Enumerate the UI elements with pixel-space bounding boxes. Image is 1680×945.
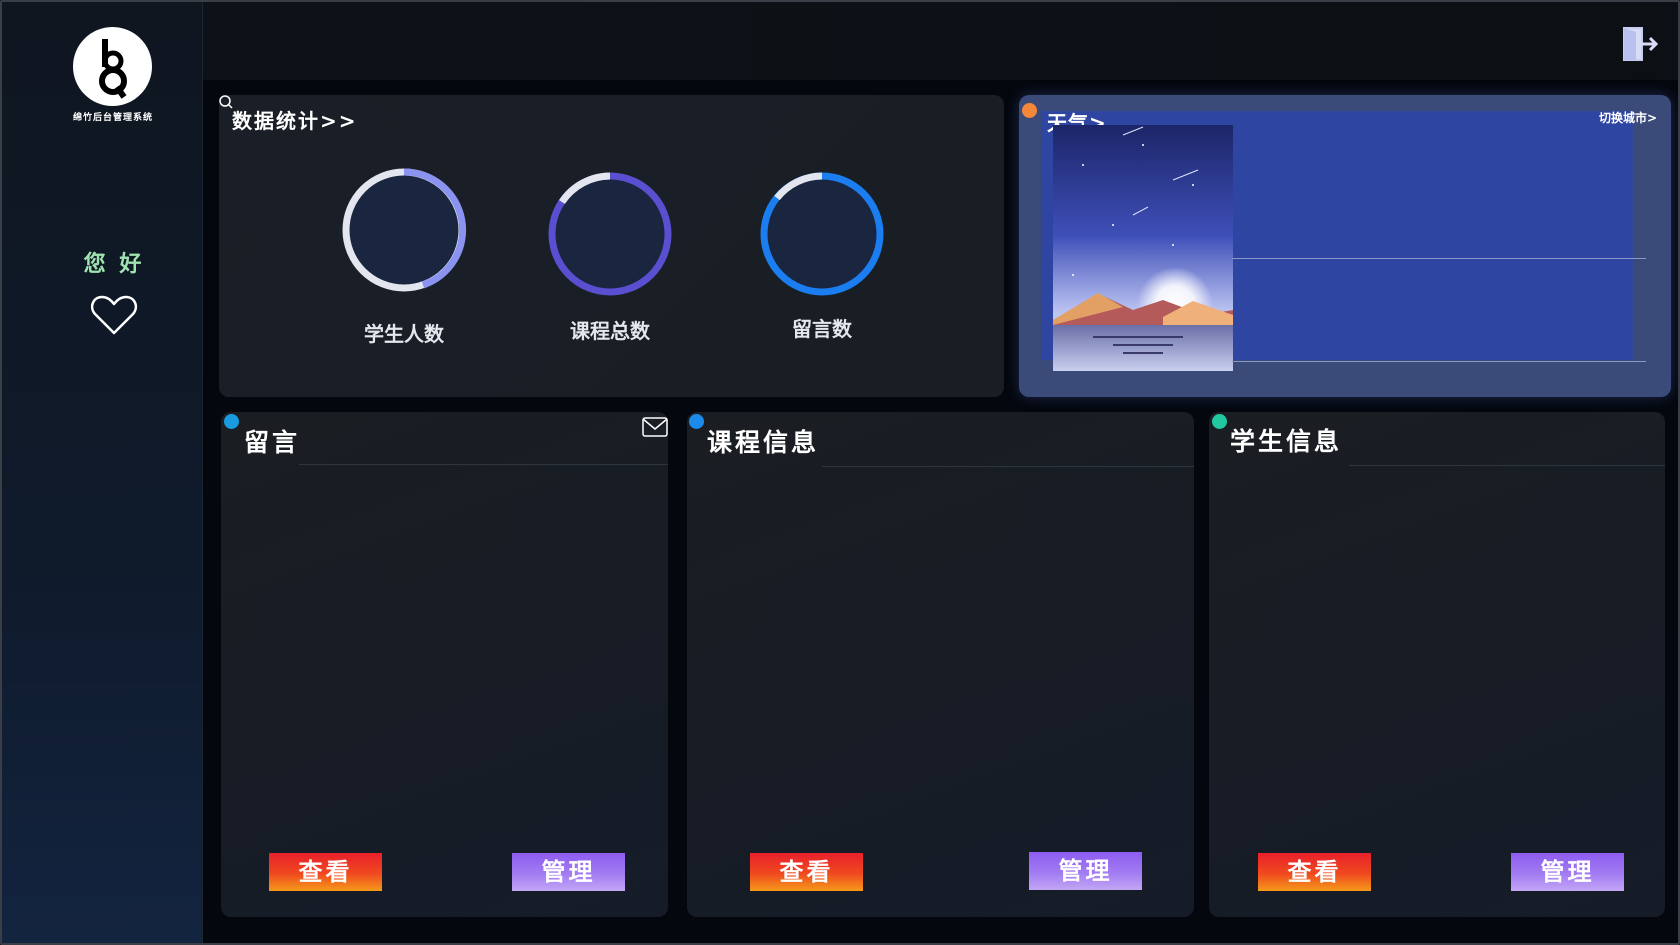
message-card-dot bbox=[224, 414, 239, 429]
sidebar: 绵竹后台管理系统 您 好 bbox=[2, 2, 203, 943]
stats-panel: 数据统计>> 学生人数 课程总数 留言数 bbox=[219, 95, 1004, 397]
student-info-card: 学生信息 查看 管理 bbox=[1209, 412, 1665, 917]
message-view-button[interactable]: 查看 bbox=[269, 853, 382, 891]
course-card-title: 课程信息 bbox=[707, 428, 820, 457]
mail-icon[interactable] bbox=[642, 417, 668, 437]
logo-icon bbox=[99, 39, 127, 99]
message-count-label: 留言数 bbox=[792, 317, 852, 341]
student-card-divider bbox=[1349, 465, 1665, 466]
top-bar bbox=[203, 2, 1678, 80]
weather-panel: 天气> 切换城市> bbox=[1019, 95, 1671, 397]
student-count-label: 学生人数 bbox=[364, 322, 444, 346]
student-count-ring bbox=[342, 168, 467, 292]
message-card: 留言 查看 管理 bbox=[221, 412, 668, 917]
switch-city-link[interactable]: 切换城市> bbox=[1599, 109, 1657, 126]
student-view-button[interactable]: 查看 bbox=[1258, 853, 1371, 891]
weather-divider-top bbox=[1232, 258, 1646, 259]
message-card-title: 留言 bbox=[244, 428, 301, 457]
message-manage-button[interactable]: 管理 bbox=[512, 853, 625, 891]
course-info-card: 课程信息 查看 管理 bbox=[687, 412, 1194, 917]
stats-title[interactable]: 数据统计>> bbox=[232, 105, 358, 134]
course-count-ring bbox=[548, 172, 672, 296]
logo-caption: 绵竹后台管理系统 bbox=[72, 113, 153, 123]
greeting-text: 您 好 bbox=[83, 252, 145, 277]
course-manage-button[interactable]: 管理 bbox=[1029, 852, 1142, 890]
search-icon[interactable] bbox=[219, 95, 233, 109]
message-card-divider bbox=[299, 464, 668, 465]
logout-icon[interactable] bbox=[1622, 26, 1660, 62]
logo bbox=[73, 27, 152, 106]
course-card-dot bbox=[689, 414, 704, 429]
heart-icon[interactable] bbox=[90, 294, 138, 336]
course-count-label: 课程总数 bbox=[570, 319, 650, 343]
course-view-button[interactable]: 查看 bbox=[750, 853, 863, 891]
weather-dot bbox=[1022, 103, 1037, 118]
student-card-title: 学生信息 bbox=[1230, 427, 1343, 456]
student-card-dot bbox=[1212, 414, 1227, 429]
student-manage-button[interactable]: 管理 bbox=[1511, 853, 1624, 891]
weather-night-illustration bbox=[1053, 125, 1233, 371]
course-card-divider bbox=[822, 466, 1194, 467]
message-count-ring bbox=[760, 172, 884, 296]
app-frame: 绵竹后台管理系统 您 好 数据统计>> 学生人数 课程总数 留言数 天气> 切换… bbox=[0, 0, 1680, 945]
weather-divider-bottom bbox=[1232, 361, 1646, 362]
